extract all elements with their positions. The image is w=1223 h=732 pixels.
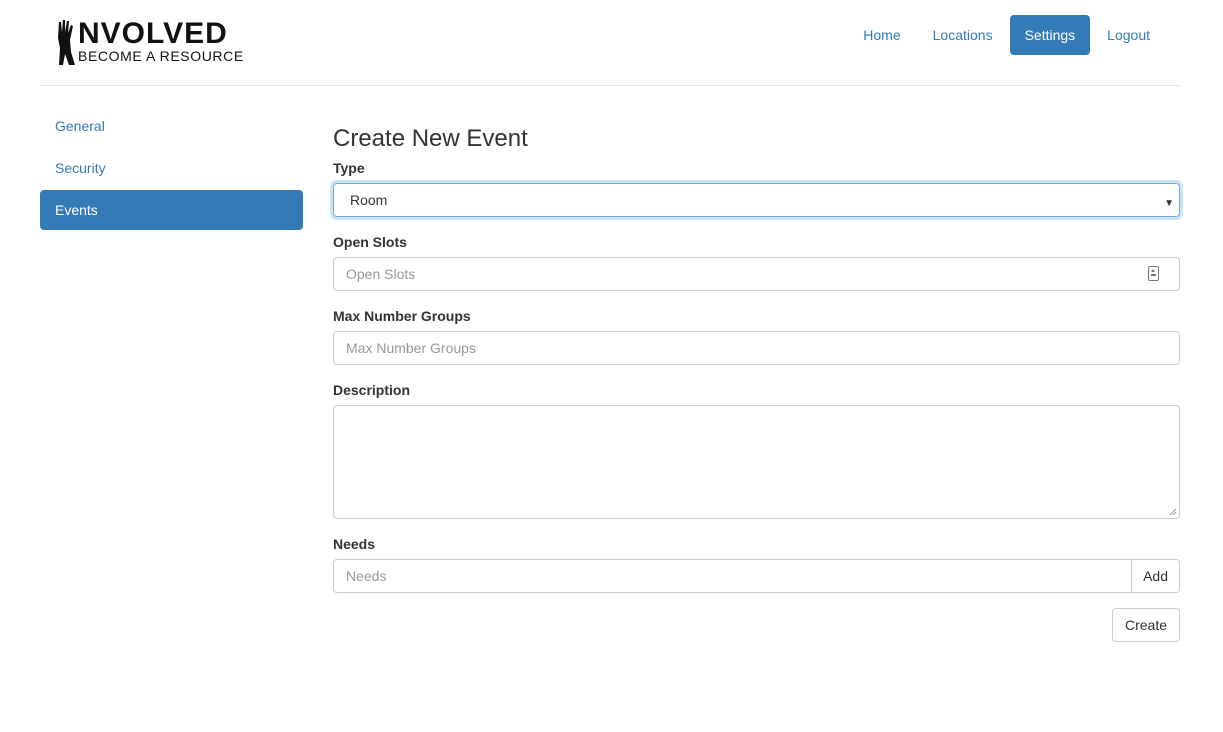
number-spinner-icon[interactable] — [1148, 266, 1159, 281]
event-form: Create New Event Type Room ▼ Open Slots … — [333, 120, 1180, 642]
sidebar-item-events[interactable]: Events — [40, 190, 303, 230]
max-groups-placeholder: Max Number Groups — [346, 340, 476, 356]
type-label: Type — [333, 160, 365, 176]
brand-tagline: Become a Resource — [78, 48, 244, 64]
open-slots-group: Open Slots Open Slots — [333, 232, 1180, 291]
max-groups-label: Max Number Groups — [333, 308, 471, 324]
settings-sidebar: General Security Events — [40, 106, 303, 232]
site-header: NVOLVED Become a Resource Home Locations… — [40, 0, 1180, 86]
create-button[interactable]: Create — [1111, 608, 1180, 642]
nav-logout[interactable]: Logout — [1092, 15, 1165, 55]
nav-home[interactable]: Home — [848, 15, 915, 55]
open-slots-placeholder: Open Slots — [346, 266, 416, 282]
description-textarea[interactable] — [333, 405, 1180, 519]
needs-group: Needs Needs Add — [333, 534, 1180, 593]
description-group: Description — [333, 380, 1180, 519]
form-actions: Create — [333, 608, 1180, 642]
type-group: Type Room ▼ — [333, 158, 1180, 217]
open-slots-input[interactable]: Open Slots — [333, 257, 1180, 291]
brand-wordmark: NVOLVED — [78, 17, 228, 50]
type-select[interactable]: Room ▼ — [333, 183, 1180, 217]
nav-locations[interactable]: Locations — [918, 15, 1008, 55]
top-nav: Home Locations Settings Logout — [846, 15, 1165, 55]
open-slots-label: Open Slots — [333, 234, 407, 250]
max-groups-input[interactable]: Max Number Groups — [333, 331, 1180, 365]
description-label: Description — [333, 382, 411, 398]
page-title: Create New Event — [333, 125, 528, 152]
needs-input[interactable]: Needs — [333, 559, 1133, 593]
type-select-value: Room — [350, 192, 388, 208]
caret-down-icon: ▼ — [1164, 198, 1174, 209]
needs-input-group: Needs Add — [333, 559, 1180, 593]
raised-hand-icon — [58, 20, 75, 65]
needs-placeholder: Needs — [346, 568, 387, 584]
sidebar-item-general[interactable]: General — [40, 106, 303, 146]
resize-grip-icon[interactable] — [1169, 508, 1177, 516]
max-groups-group: Max Number Groups Max Number Groups — [333, 306, 1180, 365]
nav-settings[interactable]: Settings — [1009, 15, 1091, 55]
brand-logo[interactable]: NVOLVED Become a Resource — [56, 18, 256, 68]
sidebar-item-security[interactable]: Security — [40, 148, 303, 188]
needs-label: Needs — [333, 536, 376, 552]
add-need-button[interactable]: Add — [1132, 559, 1180, 593]
